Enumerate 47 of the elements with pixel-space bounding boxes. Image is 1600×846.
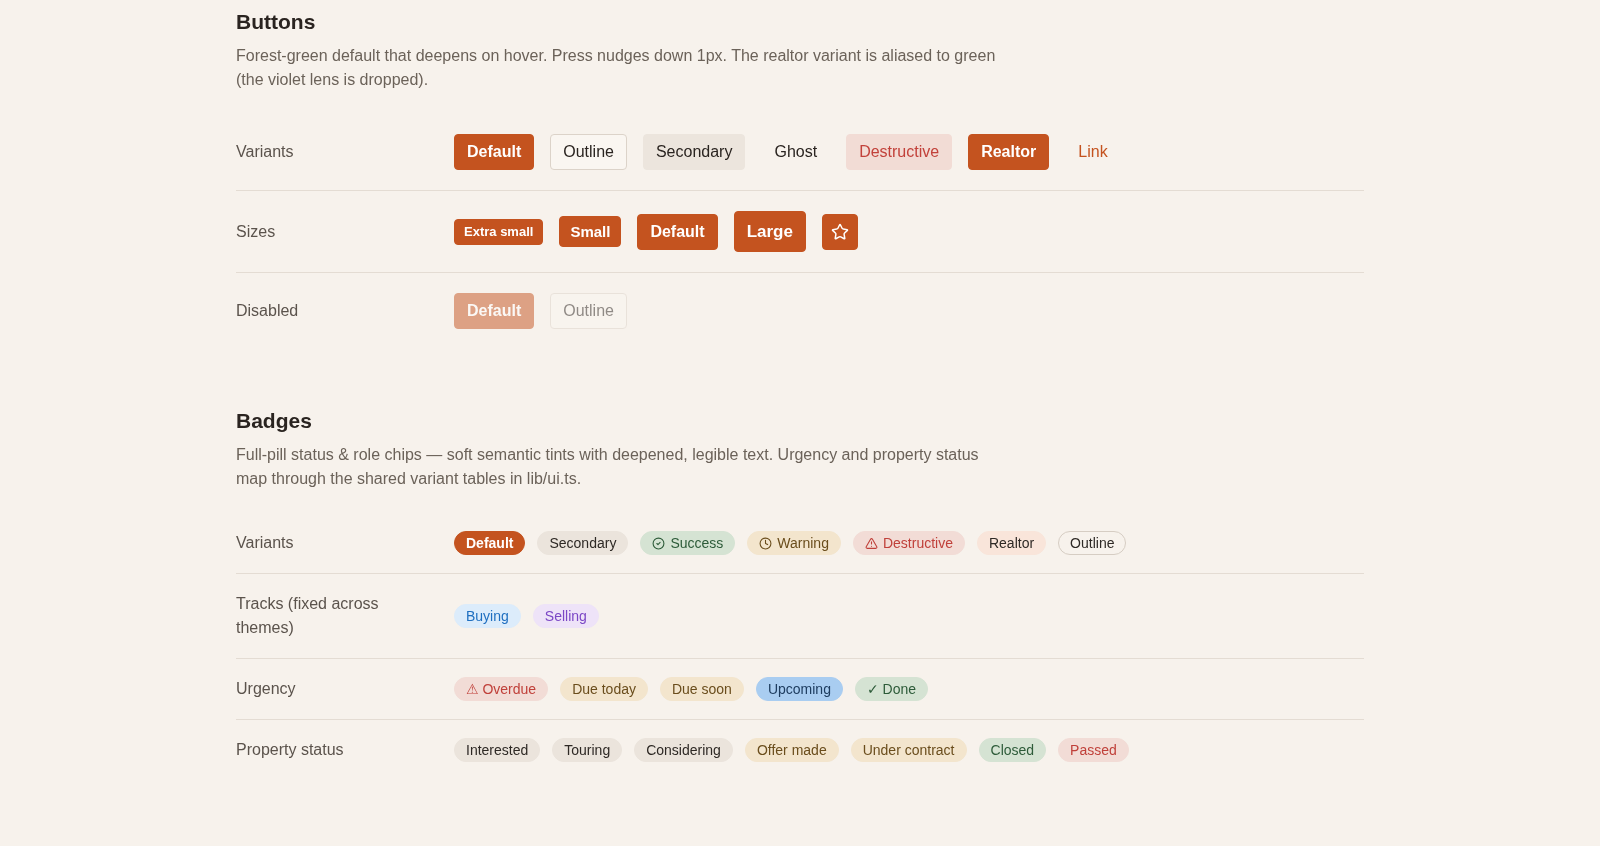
outline-button[interactable]: Outline [550, 134, 627, 170]
row-label: Sizes [236, 221, 277, 242]
link[interactable]: Link [1065, 134, 1121, 170]
row-label: Tracks (fixed across themes) [236, 594, 380, 638]
warning-badge: Warning [747, 531, 841, 555]
section-title: Buttons [236, 9, 317, 35]
row-label: Variants [236, 142, 295, 162]
realtor-badge: Realtor [976, 531, 1047, 555]
warning-triangle-icon [864, 536, 878, 550]
destructive-button[interactable]: Destructive [846, 134, 953, 170]
selling-badge: Selling [532, 604, 599, 628]
primary-button[interactable]: Default [454, 134, 535, 170]
star-button[interactable] [821, 213, 858, 250]
ghost-button[interactable]: Ghost [761, 134, 831, 170]
primary-button[interactable]: Default [637, 213, 718, 250]
section-title: Badges [236, 408, 313, 434]
secondary-badge: Secondary [537, 531, 629, 555]
row-label: Variants [236, 533, 295, 553]
star-icon [830, 222, 849, 241]
destructive-badge: Passed [1058, 738, 1129, 762]
buying-badge: Buying [454, 604, 521, 628]
destructive-badge: ⚠ Overdue [454, 677, 549, 701]
default-badge: Default [454, 531, 526, 555]
large-button[interactable]: Large [733, 211, 806, 252]
row-label: Disabled [236, 301, 300, 321]
section-description: Full-pill status & role chips — soft semantic tints with deepened, legible text. Urgency and property status map through the shared variant tables in lib/ui.ts. [236, 445, 980, 489]
warning-badge: Under contract [850, 738, 967, 762]
realtor-button[interactable]: Realtor [968, 134, 1050, 170]
clock-icon [759, 536, 773, 550]
warning-badge: Offer made [744, 738, 839, 762]
section-description: Forest-green default that deepens on hover. Press nudges down 1px. The realtor variant is aliased to green (the violet lens is dropped). [236, 46, 997, 90]
secondary-button[interactable]: Secondary [642, 134, 746, 170]
extra-small-button[interactable]: Extra small [454, 218, 544, 245]
secondary-badge: Touring [552, 738, 623, 762]
check-circle-icon [652, 536, 666, 550]
success-badge: ✓ Done [854, 677, 929, 701]
warning-badge: Due soon [659, 677, 744, 701]
row-label: Property status [236, 740, 345, 760]
warning-badge: Due today [560, 677, 648, 701]
secondary-badge: Interested [454, 738, 541, 762]
small-button[interactable]: Small [559, 216, 622, 247]
row-label: Urgency [236, 679, 297, 699]
secondary-badge: Considering [634, 738, 733, 762]
success-badge: Success [640, 531, 736, 555]
success-badge: Closed [978, 738, 1047, 762]
info-badge: Upcoming [755, 677, 843, 701]
destructive-badge: Destructive [852, 531, 965, 555]
